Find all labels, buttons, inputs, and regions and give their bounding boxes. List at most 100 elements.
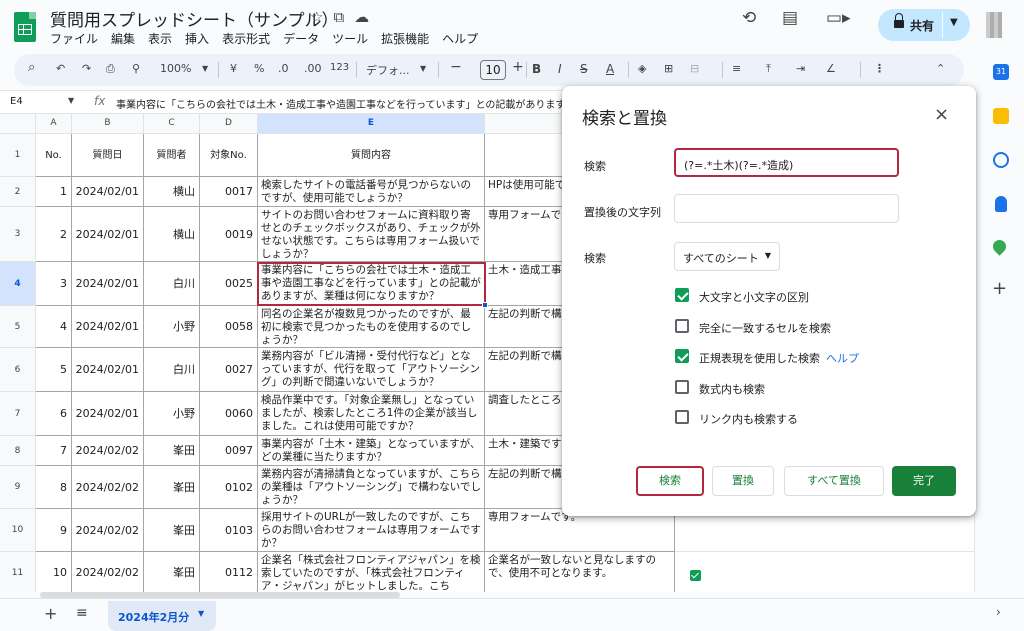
scope-select[interactable]: すべてのシート ▼ [674, 242, 780, 271]
match-entire-cell-label[interactable]: 完全に一致するセルを検索 [699, 320, 831, 336]
cell-content[interactable]: 業務内容が清掃請負となっていますが、こちらの業種は「アウトソーシング」で構わない… [258, 466, 485, 509]
cell-asker[interactable]: 峯田 [144, 552, 200, 592]
cell-content[interactable]: 検品作業中です。「対象企業無し」となっていましたが、検索したところ1件の企業が該… [258, 392, 485, 436]
cell-content[interactable]: 業務内容が「ビル清掃・受付代行など」となっていますが、代行を取って「アウトソーシ… [258, 348, 485, 392]
row-header-5[interactable]: 5 [0, 306, 36, 348]
sheet-tab-dropdown-icon[interactable]: ▼ [198, 609, 204, 618]
menu-tools[interactable]: ツール [332, 30, 368, 47]
cell-date[interactable]: 2024/02/01 [72, 392, 144, 436]
match-case-label[interactable]: 大文字と小文字の区別 [699, 289, 809, 305]
cell-date[interactable]: 2024/02/01 [72, 348, 144, 392]
text-color-icon[interactable]: A [606, 62, 614, 76]
print-icon[interactable]: ⎙ [106, 62, 115, 76]
search-menus-icon[interactable]: ⌕ [28, 60, 35, 75]
sheets-logo-icon[interactable] [14, 12, 36, 42]
merge-cells-icon[interactable]: ⊟ [690, 62, 699, 75]
match-case-checkbox[interactable] [675, 288, 689, 302]
menu-insert[interactable]: 挿入 [185, 30, 209, 47]
cell-asker[interactable]: 峯田 [144, 466, 200, 509]
row-header-10[interactable]: 10 [0, 509, 36, 552]
row-header-1[interactable]: 1 [0, 134, 36, 177]
contacts-icon[interactable] [995, 196, 1007, 212]
search-links-checkbox[interactable] [675, 410, 689, 424]
cell-no[interactable]: 10 [36, 552, 72, 592]
fill-handle[interactable] [482, 302, 488, 308]
replace-all-button[interactable]: すべて置換 [784, 466, 884, 496]
replace-input[interactable] [674, 194, 899, 223]
checkbox-checked-icon[interactable] [690, 570, 701, 581]
cell-content[interactable]: 検索したサイトの電話番号が見つからないのですが、使用可能でしょうか？ [258, 177, 485, 207]
cell-target[interactable]: 0017 [200, 177, 258, 207]
search-formulas-checkbox[interactable] [675, 380, 689, 394]
bold-icon[interactable]: B [532, 62, 541, 76]
percent-format[interactable]: % [254, 62, 264, 75]
close-icon[interactable]: × [934, 104, 949, 125]
header-no[interactable]: No. [36, 134, 72, 177]
cell-target[interactable]: 0060 [200, 392, 258, 436]
cell-date[interactable]: 2024/02/02 [72, 466, 144, 509]
all-sheets-icon[interactable]: ≡ [76, 605, 88, 621]
row-header-8[interactable]: 8 [0, 436, 36, 466]
help-link[interactable]: ヘルプ [826, 352, 859, 365]
cell-no[interactable]: 6 [36, 392, 72, 436]
row-header-11[interactable]: 11 [0, 552, 36, 592]
menu-view[interactable]: 表示 [148, 30, 172, 47]
cell-no[interactable]: 1 [36, 177, 72, 207]
comment-icon[interactable]: ▤ [782, 8, 798, 28]
row-header-3[interactable]: 3 [0, 207, 36, 262]
cell-content[interactable]: 採用サイトのURLが一致したのですが、こちらのお問い合わせフォームは専用フォーム… [258, 509, 485, 552]
meet-icon[interactable]: ▭▸ [826, 8, 851, 28]
move-folder-icon[interactable]: ⧉ [333, 8, 344, 26]
cell-no[interactable]: 4 [36, 306, 72, 348]
menu-file[interactable]: ファイル [50, 30, 98, 47]
increase-font-size[interactable]: + [512, 59, 524, 75]
cell-date[interactable]: 2024/02/02 [72, 509, 144, 552]
row-header-2[interactable]: 2 [0, 177, 36, 207]
cloud-status-icon[interactable]: ☁ [354, 8, 369, 26]
paint-format-icon[interactable]: ⚲ [132, 62, 140, 75]
cell-no[interactable]: 2 [36, 207, 72, 262]
italic-icon[interactable]: I [558, 62, 562, 76]
cell-asker[interactable]: 白川 [144, 348, 200, 392]
search-links-label[interactable]: リンク内も検索する [699, 411, 798, 427]
search-formulas-label[interactable]: 数式内も検索 [699, 381, 765, 397]
cell-target[interactable]: 0103 [200, 509, 258, 552]
cell-date[interactable]: 2024/02/02 [72, 552, 144, 592]
cell-asker[interactable]: 横山 [144, 207, 200, 262]
collapse-toolbar-icon[interactable]: ⌃ [936, 62, 945, 75]
tasks-icon[interactable] [993, 152, 1009, 168]
cell-no[interactable]: 8 [36, 466, 72, 509]
done-button[interactable]: 完了 [892, 466, 956, 496]
cell-asker[interactable]: 峯田 [144, 509, 200, 552]
find-button[interactable]: 検索 [636, 466, 704, 496]
menu-extensions[interactable]: 拡張機能 [381, 30, 429, 47]
horizontal-align-icon[interactable]: ≡ [732, 62, 741, 75]
cell-content[interactable]: 事業内容が「土木・建築」となっていますが、どの業種に当たりますか？ [258, 436, 485, 466]
cell-asker[interactable]: 横山 [144, 177, 200, 207]
cell-target[interactable]: 0058 [200, 306, 258, 348]
regex-checkbox[interactable] [675, 349, 689, 363]
font-select[interactable]: デフォ... [366, 62, 410, 78]
menu-format[interactable]: 表示形式 [222, 30, 270, 47]
cell-target[interactable]: 0025 [200, 262, 258, 306]
history-icon[interactable]: ⟲ [742, 8, 756, 28]
cell-no[interactable]: 5 [36, 348, 72, 392]
borders-icon[interactable]: ⊞ [664, 62, 673, 75]
replace-button[interactable]: 置換 [712, 466, 774, 496]
decrease-decimal[interactable]: .0 [278, 62, 289, 75]
header-target[interactable]: 対象No. [200, 134, 258, 177]
strikethrough-icon[interactable]: S [580, 62, 588, 76]
header-content[interactable]: 質問内容 [258, 134, 485, 177]
number-format[interactable]: 123 [330, 62, 349, 73]
row-header-6[interactable]: 6 [0, 348, 36, 392]
menu-edit[interactable]: 編集 [111, 30, 135, 47]
cell-target[interactable]: 0097 [200, 436, 258, 466]
document-title[interactable]: 質問用スプレッドシート（サンプル） [50, 6, 339, 31]
cell-date[interactable]: 2024/02/01 [72, 262, 144, 306]
cell-asker[interactable]: 白川 [144, 262, 200, 306]
expand-side-panel-icon[interactable]: › [996, 605, 1001, 619]
cell-target[interactable]: 0019 [200, 207, 258, 262]
name-box[interactable]: E4 [10, 96, 23, 107]
cell-no[interactable]: 3 [36, 262, 72, 306]
add-sheet-icon[interactable]: + [44, 604, 57, 623]
